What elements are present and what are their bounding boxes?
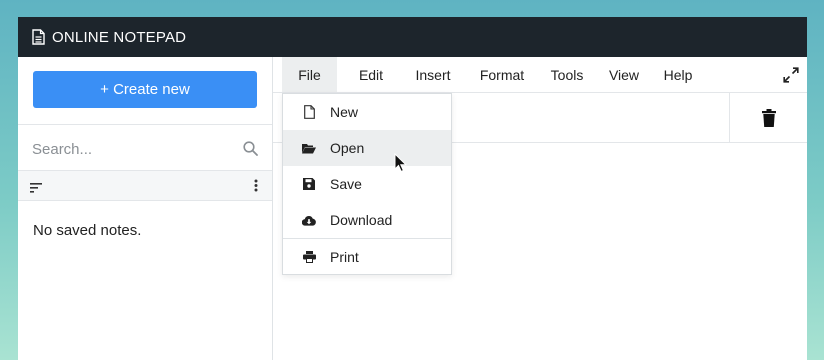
file-menu-dropdown: New Open Save Download Print — [282, 93, 452, 275]
file-menu-save[interactable]: Save — [283, 166, 451, 202]
file-menu-save-label: Save — [330, 176, 362, 192]
menu-format[interactable]: Format — [471, 57, 533, 92]
menu-tools[interactable]: Tools — [542, 57, 592, 92]
menu-bar: File Edit Insert Format Tools View Help — [273, 57, 807, 93]
menu-help[interactable]: Help — [656, 57, 700, 92]
search-icon[interactable] — [243, 141, 258, 156]
search-input[interactable] — [30, 135, 234, 163]
fullscreen-icon[interactable] — [783, 67, 799, 83]
sort-bar — [18, 171, 272, 201]
menu-view[interactable]: View — [601, 57, 647, 92]
file-menu-open[interactable]: Open — [283, 130, 451, 166]
mouse-pointer-icon — [394, 152, 408, 173]
app-title: ONLINE NOTEPAD — [52, 28, 187, 46]
folder-open-icon — [302, 141, 316, 155]
sort-icon[interactable] — [30, 180, 42, 193]
file-menu-print[interactable]: Print — [283, 239, 451, 275]
notepad-window: ONLINE NOTEPAD + Create new Search... No… — [18, 17, 807, 360]
search-bar — [18, 124, 272, 171]
notes-sidebar: + Create new Search... No saved notes. — [18, 57, 273, 360]
empty-notes-message: No saved notes. — [33, 222, 142, 239]
editor-area: File Edit Insert Format Tools View Help — [273, 57, 807, 360]
file-menu-new-label: New — [330, 104, 359, 120]
cloud-download-icon — [302, 213, 316, 227]
file-icon — [302, 105, 316, 119]
file-menu-print-label: Print — [330, 249, 359, 265]
menu-file[interactable]: File — [282, 57, 337, 92]
menu-insert[interactable]: Insert — [405, 57, 461, 92]
file-menu-new[interactable]: New — [283, 94, 451, 130]
file-menu-download-label: Download — [330, 212, 393, 228]
more-vertical-icon[interactable] — [254, 179, 258, 192]
title-bar: ONLINE NOTEPAD — [18, 17, 807, 57]
menu-edit[interactable]: Edit — [347, 57, 395, 92]
file-menu-download[interactable]: Download — [283, 202, 451, 238]
file-menu-open-label: Open — [330, 140, 365, 156]
document-icon — [32, 29, 45, 45]
create-new-button[interactable]: + Create new — [33, 71, 257, 108]
save-icon — [302, 177, 316, 191]
trash-icon — [761, 108, 776, 127]
print-icon — [302, 250, 316, 264]
delete-note-button[interactable] — [729, 93, 807, 142]
